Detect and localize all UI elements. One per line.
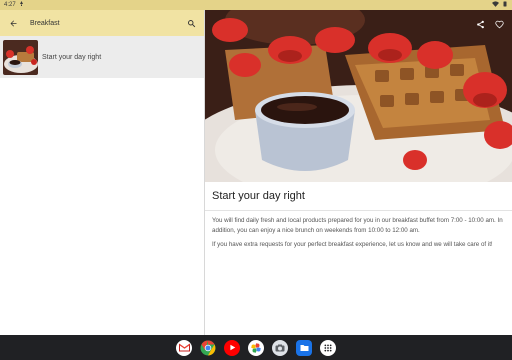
- share-button[interactable]: [476, 16, 485, 34]
- breakfast-thumbnail: [3, 39, 38, 75]
- app-grid-icon: [324, 343, 332, 352]
- chrome-app[interactable]: [200, 340, 216, 356]
- taskbar: [0, 335, 512, 360]
- status-bar: 4:27: [0, 0, 512, 10]
- favorite-button[interactable]: [495, 16, 504, 34]
- chrome-icon: [200, 340, 216, 355]
- search-icon: [187, 19, 195, 27]
- camera-app[interactable]: [272, 339, 288, 356]
- search-query[interactable]: Breakfast: [26, 20, 178, 27]
- article-body: You will find daily fresh and local prod…: [212, 216, 508, 254]
- heart-icon: [495, 20, 504, 29]
- gmail-app[interactable]: [176, 339, 192, 356]
- search-button[interactable]: [178, 10, 204, 36]
- photos-icon: [251, 342, 261, 353]
- files-app[interactable]: [296, 339, 312, 356]
- list-item[interactable]: Start your day right: [0, 36, 204, 78]
- search-bar: Breakfast: [0, 10, 204, 36]
- youtube-app[interactable]: [224, 339, 240, 356]
- youtube-play-icon: [229, 344, 235, 351]
- gmail-icon: [178, 343, 190, 352]
- notification-icon: [19, 1, 24, 9]
- divider: [205, 210, 512, 211]
- back-button[interactable]: [0, 10, 26, 36]
- list-item-label: Start your day right: [42, 53, 102, 61]
- arrow-back-icon: [10, 20, 16, 26]
- launcher-button[interactable]: [320, 339, 336, 356]
- folder-icon: [300, 344, 308, 351]
- article-title: Start your day right: [212, 190, 305, 202]
- battery-icon: [502, 1, 508, 9]
- camera-icon: [275, 344, 285, 351]
- status-time: 4:27: [4, 2, 16, 8]
- share-icon: [477, 20, 484, 29]
- article-paragraph: You will find daily fresh and local prod…: [212, 217, 503, 234]
- list-pane: Breakfast Start your day right: [0, 10, 204, 335]
- photos-app[interactable]: [248, 339, 264, 356]
- article-paragraph: If you have extra requests for your perf…: [212, 241, 493, 248]
- hero-image: [205, 10, 512, 182]
- wifi-icon: [492, 1, 499, 9]
- detail-pane: Start your day right You will find daily…: [205, 10, 512, 335]
